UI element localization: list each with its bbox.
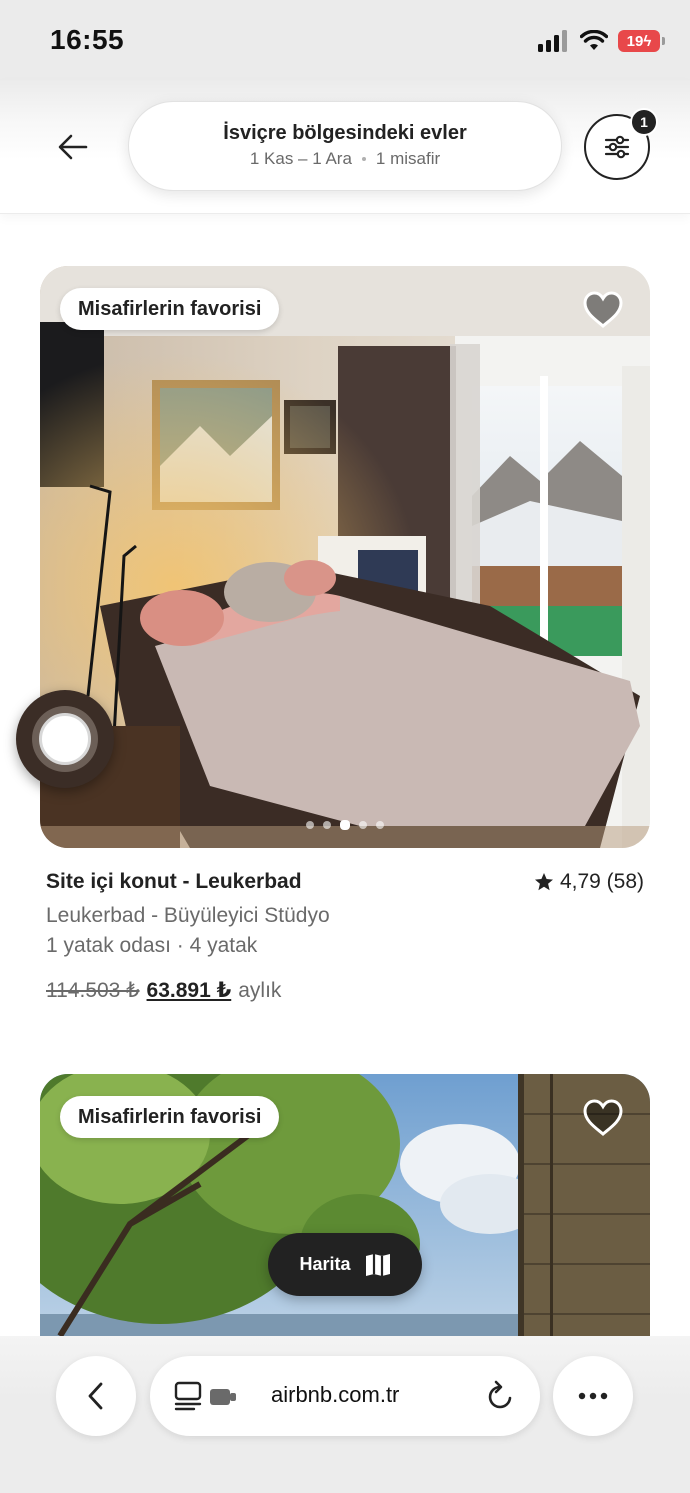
pagination-dot-active bbox=[340, 820, 350, 830]
pagination-dot bbox=[376, 821, 384, 829]
photo-pagination-dots bbox=[40, 820, 650, 830]
browser-back-button[interactable] bbox=[56, 1356, 136, 1436]
listing-title: Site içi konut - Leukerbad bbox=[46, 870, 302, 893]
map-button[interactable]: Harita bbox=[268, 1233, 422, 1296]
heart-icon[interactable] bbox=[582, 290, 624, 330]
screen-record-button[interactable] bbox=[16, 690, 114, 788]
listing-info: Site içi konut - Leukerbad 4,79 (58) Leu… bbox=[40, 848, 650, 1008]
charging-bolt-icon: ϟ bbox=[643, 32, 652, 50]
rating-value: 4,79 (58) bbox=[559, 870, 644, 893]
search-header: İsviçre bölgesindeki evler 1 Kas – 1 Ara… bbox=[0, 80, 690, 214]
battery-indicator: 19 ϟ bbox=[618, 30, 665, 52]
heart-icon[interactable] bbox=[582, 1098, 624, 1138]
original-price: 114.503 ₺ bbox=[46, 979, 140, 1002]
listing-photo-image bbox=[40, 266, 650, 848]
reload-icon[interactable] bbox=[482, 1378, 518, 1414]
discounted-price[interactable]: 63.891 ₺ bbox=[147, 978, 232, 1003]
listing-price: 114.503 ₺ 63.891 ₺ aylık bbox=[46, 978, 281, 1003]
listing-card[interactable]: Misafirlerin favorisi Site içi konut - L… bbox=[40, 266, 650, 1008]
listing-photo[interactable]: Misafirlerin favorisi bbox=[40, 1074, 650, 1336]
search-location: İsviçre bölgesindeki evler bbox=[223, 122, 467, 144]
back-button[interactable] bbox=[46, 120, 100, 174]
wifi-icon bbox=[580, 30, 608, 50]
address-bar[interactable]: airbnb.com.tr bbox=[150, 1356, 540, 1436]
record-ring bbox=[32, 706, 98, 772]
status-icons: 19 ϟ bbox=[538, 28, 665, 54]
listing-subtitle: Leukerbad - Büyüleyici Stüdyo bbox=[46, 904, 330, 927]
chevron-left-icon bbox=[88, 1382, 103, 1410]
star-icon bbox=[534, 873, 553, 891]
guest-favorite-badge: Misafirlerin favorisi bbox=[60, 1096, 280, 1138]
map-button-label: Harita bbox=[299, 1254, 351, 1274]
more-icon bbox=[578, 1392, 608, 1400]
filter-count-badge: 1 bbox=[630, 108, 658, 136]
url-text: airbnb.com.tr bbox=[271, 1382, 400, 1407]
cellular-signal-icon bbox=[538, 30, 567, 52]
listing-photo[interactable]: Misafirlerin favorisi bbox=[40, 266, 650, 848]
pagination-dot bbox=[306, 821, 314, 829]
sliders-icon bbox=[604, 135, 630, 159]
price-period: aylık bbox=[238, 979, 282, 1002]
status-time: 16:55 bbox=[50, 24, 125, 55]
reader-mode-icon[interactable] bbox=[174, 1380, 240, 1412]
map-icon bbox=[365, 1253, 390, 1276]
listing-rating: 4,79 (58) bbox=[534, 870, 644, 894]
guest-favorite-badge: Misafirlerin favorisi bbox=[60, 288, 280, 330]
search-summary-pill[interactable]: İsviçre bölgesindeki evler 1 Kas – 1 Ara… bbox=[128, 101, 562, 191]
pagination-dot bbox=[323, 821, 331, 829]
search-guests: 1 misafir bbox=[375, 149, 441, 168]
arrow-left-icon bbox=[58, 134, 88, 160]
listing-card[interactable]: Misafirlerin favorisi bbox=[40, 1074, 650, 1336]
listing-beds: 1 yatak odası · 4 yatak bbox=[46, 934, 258, 957]
browser-toolbar: airbnb.com.tr bbox=[0, 1336, 690, 1493]
separator-dot bbox=[361, 157, 366, 161]
pagination-dot bbox=[359, 821, 367, 829]
search-dates: 1 Kas – 1 Ara bbox=[249, 149, 352, 168]
filters-button[interactable]: 1 bbox=[584, 108, 658, 180]
record-core bbox=[39, 713, 91, 765]
browser-more-button[interactable] bbox=[553, 1356, 633, 1436]
status-bar: 16:55 19 ϟ bbox=[0, 0, 690, 80]
search-details: 1 Kas – 1 Ara 1 misafir bbox=[129, 149, 561, 169]
battery-level: 19 bbox=[626, 32, 644, 50]
